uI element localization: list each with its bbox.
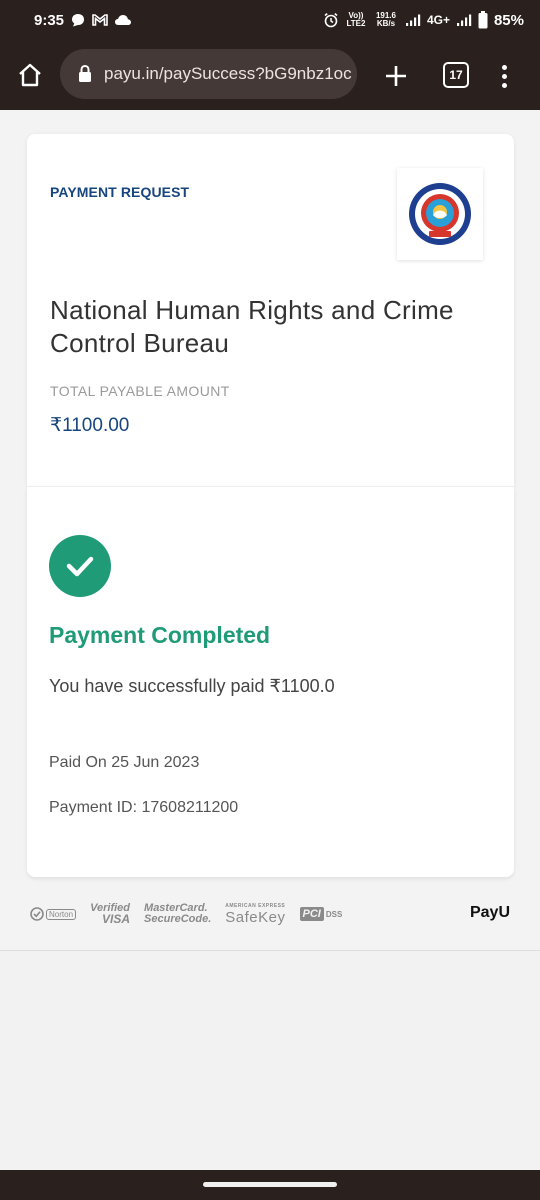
browser-toolbar: payu.in/paySuccess?bG9nbz1oc 17 <box>0 40 540 110</box>
tab-switcher-button[interactable]: 17 <box>443 62 469 88</box>
navigation-bar <box>0 1170 540 1200</box>
amex-small-label: AMERICAN EXPRESS <box>225 902 286 909</box>
nhrccb-emblem-icon <box>409 183 471 245</box>
menu-dot-icon <box>501 82 507 88</box>
home-icon <box>19 63 41 87</box>
new-tab-button[interactable] <box>380 60 412 92</box>
norton-check-icon <box>30 907 44 921</box>
mastercard-line2: SecureCode. <box>144 913 212 925</box>
address-bar[interactable]: payu.in/paySuccess?bG9nbz1oc <box>60 49 357 99</box>
safekey-label: SafeKey <box>225 908 286 926</box>
verified-visa-line2: VISA <box>102 912 131 926</box>
merchant-card: PAYMENT REQUEST National Human Rights an… <box>27 134 514 486</box>
home-button[interactable] <box>12 57 48 93</box>
success-check-icon <box>49 535 111 597</box>
payment-id: Payment ID: 17608211200 <box>49 799 239 816</box>
status-time: 9:35 <box>34 11 65 29</box>
web-page: PAYMENT REQUEST National Human Rights an… <box>0 110 540 1170</box>
gmail-icon <box>92 13 108 27</box>
norton-label: Norton <box>46 908 77 920</box>
signal-strength-2-icon <box>456 14 472 26</box>
signal-strength-icon <box>405 14 421 26</box>
menu-dot-icon <box>501 64 507 70</box>
battery-percent: 85% <box>493 11 524 29</box>
alarm-icon <box>323 12 339 28</box>
merchant-name: National Human Rights and Crime Control … <box>50 295 454 358</box>
plus-icon <box>386 66 406 86</box>
norton-badge: Norton <box>30 907 77 921</box>
menu-dot-icon <box>501 73 507 79</box>
amex-safekey-badge: AMERICAN EXPRESS SafeKey <box>225 903 285 926</box>
cloud-icon <box>114 13 132 27</box>
merchant-logo <box>397 168 483 260</box>
dss-label: DSS <box>325 909 343 919</box>
payment-status-card: Payment Completed You have successfully … <box>27 486 514 877</box>
gesture-handle[interactable] <box>203 1182 337 1187</box>
more-options-button[interactable] <box>494 60 514 92</box>
payment-completed-title: Payment Completed <box>49 622 271 648</box>
pci-label: PCI <box>299 907 324 921</box>
payu-logo: PayU <box>469 904 510 921</box>
mastercard-securecode-badge: MasterCard. SecureCode. <box>144 903 211 925</box>
success-message: You have successfully paid ₹1100.0 <box>49 676 335 696</box>
pci-dss-badge: PCI DSS <box>299 907 343 921</box>
volte-indicator: Vo)) LTE2 <box>346 11 366 28</box>
network-speed: 191.6 KB/s <box>373 12 399 28</box>
speed-unit: KB/s <box>376 19 396 28</box>
chat-bubble-icon <box>70 12 86 28</box>
lock-icon <box>79 65 91 82</box>
verified-visa-badge: Verified VISA <box>90 903 131 926</box>
paid-on-date: Paid On 25 Jun 2023 <box>49 754 200 771</box>
page-bottom-area <box>0 950 540 1170</box>
status-bar: 9:35 Vo)) LTE2 191.6 KB/s 4G+ 85% <box>0 0 540 40</box>
payable-label: TOTAL PAYABLE AMOUNT <box>50 383 230 399</box>
battery-icon <box>478 11 488 29</box>
payment-request-label: PAYMENT REQUEST <box>50 184 190 200</box>
tab-count: 17 <box>449 68 463 82</box>
payable-amount: ₹1100.00 <box>50 415 130 436</box>
network-type: 4G+ <box>426 13 450 27</box>
trust-badges: Norton Verified VISA MasterCard. SecureC… <box>30 896 510 932</box>
url-text: payu.in/paySuccess?bG9nbz1oc <box>104 64 352 83</box>
